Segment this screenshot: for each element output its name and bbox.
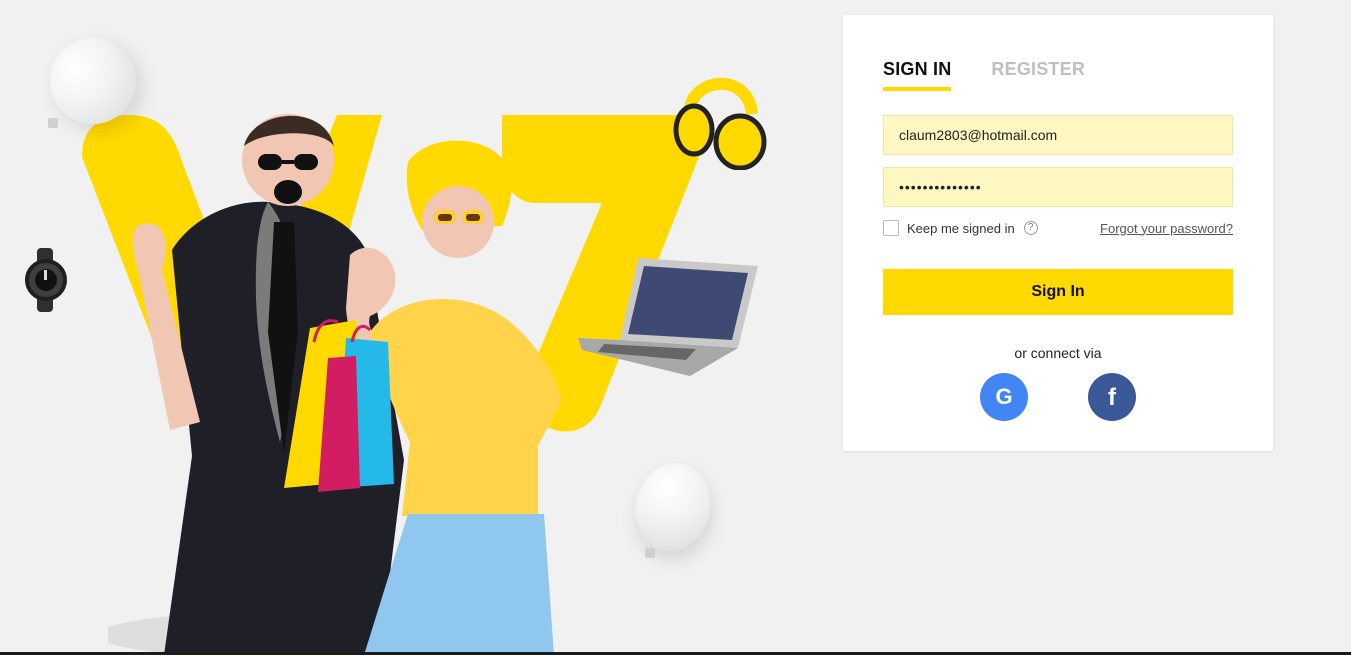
auth-tabs: SIGN IN REGISTER (883, 59, 1085, 91)
sign-in-button[interactable]: Sign In (883, 269, 1233, 315)
keep-signed-in-row: Keep me signed in ? Forgot your password… (883, 219, 1233, 237)
balloon-knot (645, 548, 655, 558)
tab-register[interactable]: REGISTER (991, 59, 1085, 91)
keep-signed-in-group: Keep me signed in ? (883, 220, 1038, 236)
facebook-login-button[interactable]: f (1088, 373, 1136, 421)
email-field[interactable] (883, 115, 1233, 155)
balloon-knot (48, 118, 58, 128)
hero-illustration (0, 0, 820, 655)
keep-signed-in-checkbox[interactable] (883, 220, 899, 236)
password-field[interactable] (883, 167, 1233, 207)
question-circle-icon[interactable]: ? (1023, 221, 1038, 235)
tab-sign-in[interactable]: SIGN IN (883, 59, 952, 91)
headphones-icon (673, 78, 767, 170)
balloon-icon (626, 455, 720, 559)
login-card: SIGN IN REGISTER Keep me signed in ? For… (843, 15, 1273, 451)
facebook-icon: f (1108, 384, 1116, 411)
google-icon: G (995, 384, 1013, 409)
forgot-password-link[interactable]: Forgot your password? (1100, 221, 1233, 236)
laptop-icon (578, 258, 758, 376)
keep-signed-in-label: Keep me signed in (907, 220, 1015, 236)
shoppers-illustration (108, 114, 562, 655)
watch-icon (25, 248, 67, 312)
connect-via-text: or connect via (1014, 345, 1102, 361)
login-page: SIGN IN REGISTER Keep me signed in ? For… (0, 0, 1351, 655)
google-login-button[interactable]: G (980, 373, 1028, 421)
